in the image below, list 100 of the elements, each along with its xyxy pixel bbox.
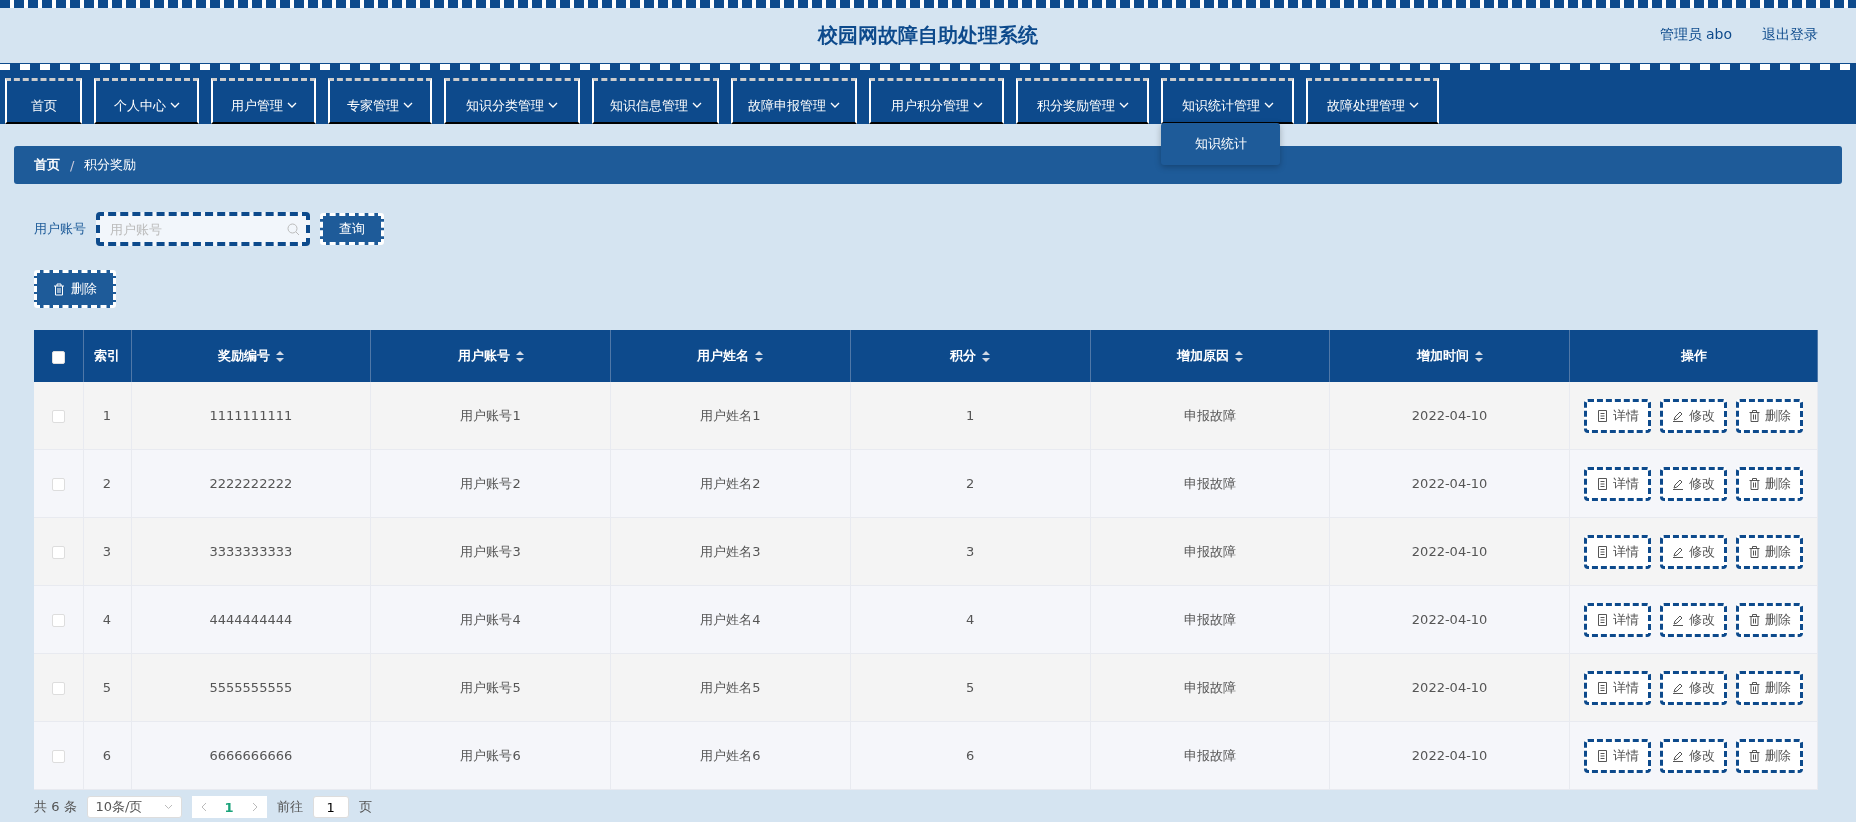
table-cell: 申报故障 (1090, 585, 1330, 654)
table-cell: 2022-04-10 (1329, 517, 1570, 586)
site-title: 校园网故障自助处理系统 (818, 22, 1038, 49)
nav-menu-item[interactable]: 个人中心 (94, 78, 199, 124)
detail-button[interactable]: 详情 (1584, 534, 1651, 569)
trash-icon (53, 282, 65, 296)
nav-menu-item[interactable]: 知识信息管理 (592, 78, 719, 124)
table-cell: 用户姓名4 (610, 585, 851, 654)
chevron-down-icon (163, 804, 173, 810)
nav-menu-item[interactable]: 知识统计管理 (1161, 78, 1294, 124)
page-number-field[interactable]: 1 (312, 796, 349, 818)
row-checkbox[interactable] (51, 614, 65, 627)
column-header: 操作 (1569, 330, 1818, 382)
page-size-select[interactable]: 10条/页 (86, 796, 182, 818)
breadcrumb-separator: / (70, 157, 75, 173)
table-cell: 用户账号4 (370, 585, 611, 654)
table-cell: 3333333333 (131, 517, 371, 586)
chevron-down-icon (691, 102, 702, 109)
edit-button[interactable]: 修改 (1660, 398, 1727, 433)
search-field[interactable]: 用户账号 (96, 212, 310, 246)
total-count: 共 6 条 (34, 798, 77, 816)
delete-button[interactable]: 删除 (34, 270, 116, 308)
table-cell: 3 (850, 517, 1090, 586)
select-all-checkbox[interactable] (51, 350, 65, 364)
trash-icon (1748, 613, 1760, 626)
trash-icon (1748, 749, 1760, 762)
nav-menu-item[interactable]: 专家管理 (328, 78, 432, 124)
breadcrumb-item[interactable]: 首页 (34, 156, 60, 174)
nav-menu-item[interactable]: 积分奖励管理 (1016, 78, 1149, 124)
chevron-down-icon (403, 102, 413, 109)
table-cell: 6666666666 (131, 721, 371, 790)
logout-link[interactable]: 退出登录 (1762, 26, 1818, 44)
table-cell: 用户账号5 (370, 653, 611, 722)
table-cell: 用户账号1 (370, 382, 611, 450)
row-checkbox[interactable] (51, 682, 65, 695)
table-cell: 1111111111 (131, 382, 371, 450)
table-cell: 3 (83, 517, 131, 586)
table-cell: 2022-04-10 (1329, 653, 1570, 722)
previous-page-icon[interactable] (199, 802, 207, 812)
edit-button[interactable]: 修改 (1660, 738, 1727, 773)
detail-button[interactable]: 详情 (1584, 398, 1651, 433)
table-cell: 用户姓名2 (610, 449, 851, 518)
detail-button[interactable]: 详情 (1584, 670, 1651, 705)
nav-menu-item[interactable]: 知识分类管理 (444, 78, 580, 124)
table-cell: 申报故障 (1090, 721, 1330, 790)
delete-button[interactable]: 删除 (1736, 602, 1803, 637)
edit-button[interactable]: 修改 (1660, 466, 1727, 501)
detail-button[interactable]: 详情 (1584, 738, 1651, 773)
row-checkbox[interactable] (51, 546, 65, 559)
pencil-icon (1672, 409, 1684, 422)
chevron-down-icon (1263, 102, 1274, 109)
column-header[interactable]: 用户账号 (370, 330, 611, 382)
table-cell: 4444444444 (131, 585, 371, 654)
table-cell: 5 (850, 653, 1090, 722)
table-cell: 6 (850, 721, 1090, 790)
nav-menu-item[interactable]: 故障申报管理 (731, 78, 857, 124)
dropdown-item[interactable]: 知识统计 (1161, 123, 1280, 165)
next-page-icon[interactable] (251, 802, 259, 812)
row-checkbox[interactable] (51, 410, 65, 423)
table-cell: 用户姓名3 (610, 517, 851, 586)
trash-icon (1748, 545, 1760, 558)
table-cell: 2 (83, 449, 131, 518)
column-header[interactable]: 用户姓名 (610, 330, 851, 382)
trash-icon (1748, 477, 1760, 490)
page-suffix: 页 (358, 798, 372, 816)
table-cell: 2022-04-10 (1329, 449, 1570, 518)
table-cell: 用户账号2 (370, 449, 611, 518)
detail-button[interactable]: 详情 (1584, 466, 1651, 501)
breadcrumb-item: 积分奖励 (84, 156, 137, 174)
delete-button[interactable]: 删除 (1736, 738, 1803, 773)
pencil-icon (1672, 681, 1684, 694)
edit-button[interactable]: 修改 (1660, 534, 1727, 569)
nav-menu-item[interactable]: 用户管理 (211, 78, 316, 124)
pencil-icon (1672, 613, 1684, 626)
table-cell: 用户账号6 (370, 721, 611, 790)
trash-icon (1748, 681, 1760, 694)
delete-button[interactable]: 删除 (1736, 670, 1803, 705)
edit-button[interactable]: 修改 (1660, 670, 1727, 705)
nav-menu-item[interactable]: 用户积分管理 (869, 78, 1004, 124)
nav-menu-item[interactable]: 首页 (5, 78, 82, 124)
edit-button[interactable]: 修改 (1660, 602, 1727, 637)
row-checkbox[interactable] (51, 478, 65, 491)
delete-button[interactable]: 删除 (1736, 534, 1803, 569)
column-header[interactable]: 增加时间 (1329, 330, 1570, 382)
row-checkbox[interactable] (51, 750, 65, 763)
delete-button[interactable]: 删除 (1736, 466, 1803, 501)
table-cell: 5 (83, 653, 131, 722)
column-header: 索引 (83, 330, 131, 382)
column-header[interactable]: 奖励编号 (131, 330, 371, 382)
search-button[interactable]: 查询 (320, 213, 384, 245)
table-cell: 5555555555 (131, 653, 371, 722)
document-icon (1596, 477, 1608, 490)
column-header[interactable]: 增加原因 (1090, 330, 1330, 382)
pencil-icon (1672, 749, 1684, 762)
chevron-down-icon (1118, 102, 1129, 109)
delete-button[interactable]: 删除 (1736, 398, 1803, 433)
nav-menu-item[interactable]: 故障处理管理 (1306, 78, 1439, 124)
detail-button[interactable]: 详情 (1584, 602, 1651, 637)
column-header[interactable]: 积分 (850, 330, 1090, 382)
goto-label: 前往 (276, 798, 303, 816)
